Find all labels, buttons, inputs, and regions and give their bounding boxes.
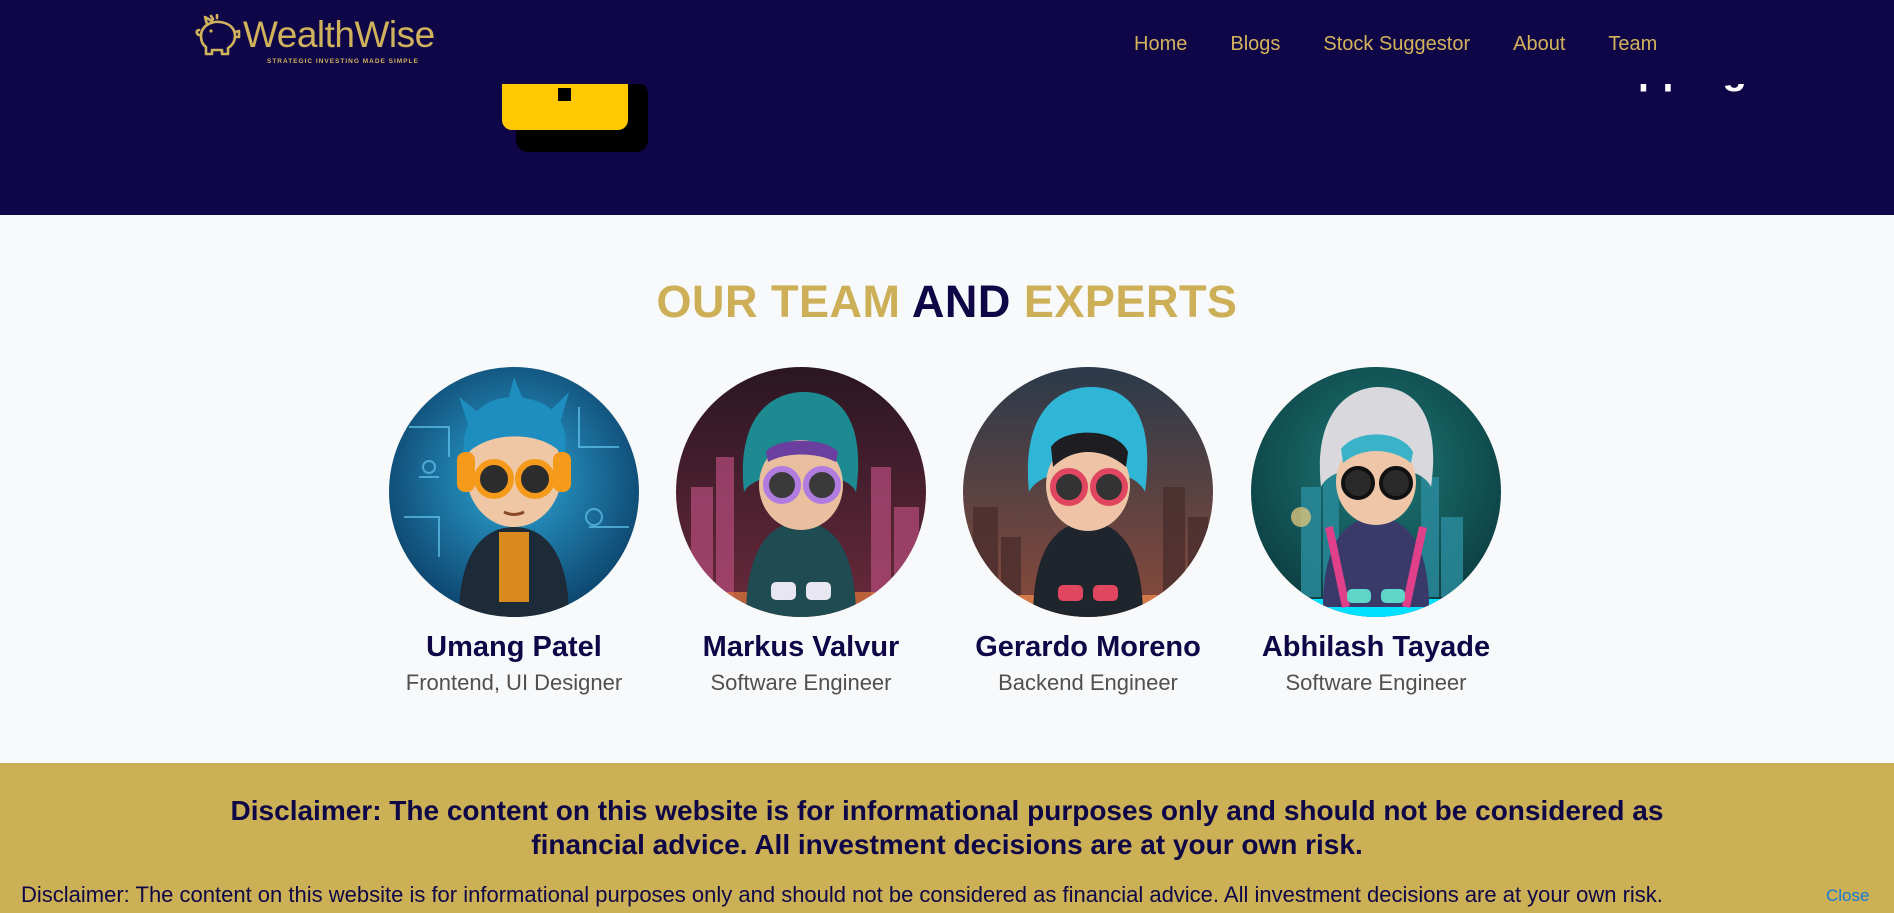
brand-logo[interactable]: WealthWise STRATEGIC INVESTING MADE SIMP… xyxy=(195,12,435,72)
disclaimer-text: Disclaimer: The content on this website … xyxy=(230,795,1664,860)
member-role: Software Engineer xyxy=(710,670,892,695)
piggy-bank-icon xyxy=(195,14,241,56)
avatar-gerardo xyxy=(963,367,1213,617)
avatar-markus xyxy=(676,367,926,617)
member-name: Markus Valvur xyxy=(702,631,900,663)
member-name: Gerardo Moreno xyxy=(975,631,1201,663)
team-heading-experts: EXPERTS xyxy=(1023,276,1238,327)
team-heading-and: AND xyxy=(911,276,1011,327)
avatar-abhilash xyxy=(1251,367,1501,617)
disclaimer-banner: Disclaimer: The content on this website … xyxy=(0,877,1894,913)
member-name: Umang Patel xyxy=(426,631,602,663)
team-member-card: Gerardo Moreno Backend Engineer xyxy=(958,367,1218,696)
navbar: WealthWise STRATEGIC INVESTING MADE SIMP… xyxy=(0,0,1894,84)
nav-home[interactable]: Home xyxy=(1134,33,1187,56)
member-role: Backend Engineer xyxy=(998,670,1178,695)
brand-tagline: STRATEGIC INVESTING MADE SIMPLE xyxy=(267,58,419,65)
avatar-umang xyxy=(389,367,639,617)
disclaimer-banner-text: Disclaimer: The content on this website … xyxy=(21,882,1663,907)
team-heading-our-team: OUR TEAM xyxy=(656,276,901,327)
nav-blogs[interactable]: Blogs xyxy=(1230,33,1280,56)
member-role: Software Engineer xyxy=(1285,670,1467,695)
team-member-card: Abhilash Tayade Software Engineer xyxy=(1246,367,1506,696)
close-button[interactable]: Close xyxy=(1826,886,1869,906)
team-heading: OUR TEAM AND EXPERTS xyxy=(0,276,1894,328)
team-member-card: Markus Valvur Software Engineer xyxy=(671,367,931,696)
main-nav: Home Blogs Stock Suggestor About Team xyxy=(1134,33,1700,56)
team-member-card: Umang Patel Frontend, UI Designer xyxy=(384,367,644,696)
nav-team[interactable]: Team xyxy=(1608,33,1657,56)
brand-name: WealthWise xyxy=(243,14,435,55)
disclaimer-section: Disclaimer: The content on this website … xyxy=(0,763,1894,913)
nav-about[interactable]: About xyxy=(1513,33,1565,56)
member-name: Abhilash Tayade xyxy=(1261,631,1491,663)
nav-stock-suggestor[interactable]: Stock Suggestor xyxy=(1323,33,1470,56)
member-role: Frontend, UI Designer xyxy=(405,670,623,695)
hero-section: What the investment and stock mapping? W… xyxy=(0,0,1894,215)
